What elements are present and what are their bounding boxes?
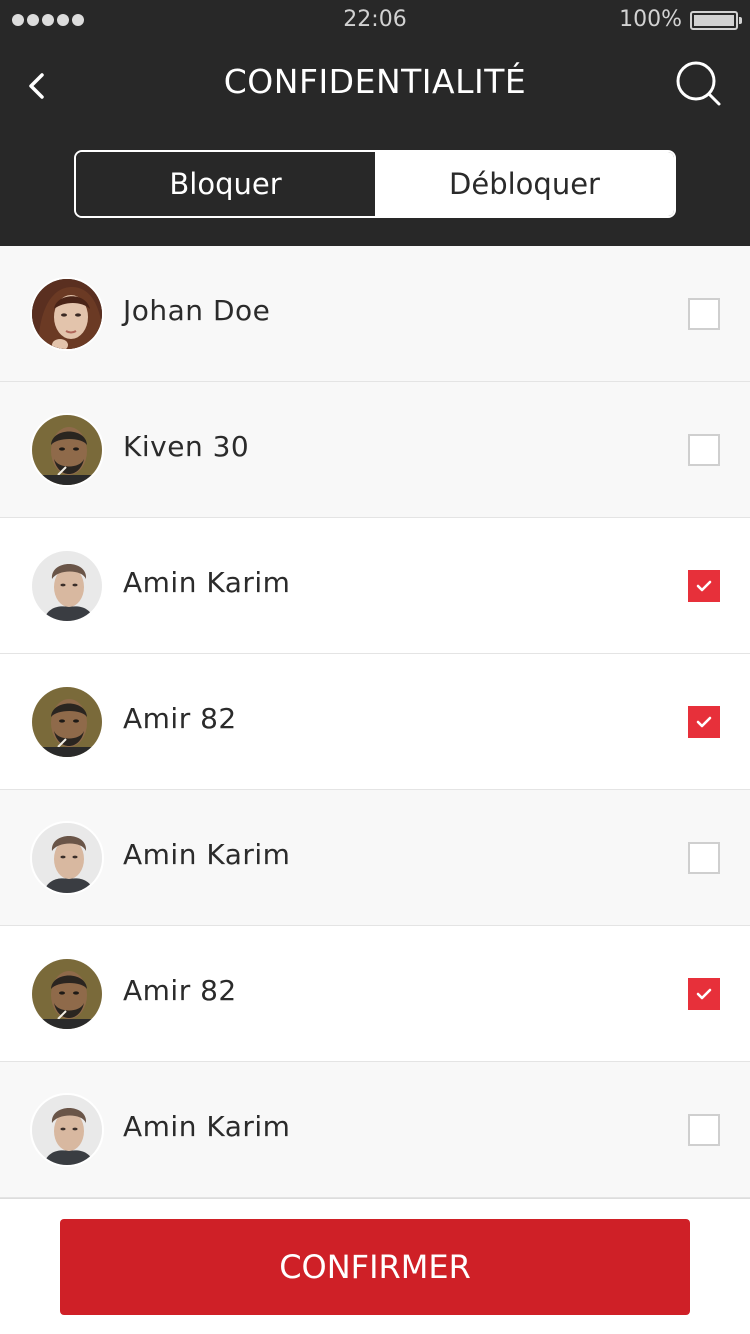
confirm-button[interactable]: CONFIRMER bbox=[60, 1219, 690, 1315]
list-item[interactable]: Amin Karim bbox=[0, 1062, 750, 1198]
contact-name: Amir 82 bbox=[123, 702, 237, 735]
list-item[interactable]: Kiven 30 bbox=[0, 382, 750, 518]
list-item[interactable]: Amin Karim bbox=[0, 790, 750, 926]
search-button[interactable] bbox=[672, 60, 724, 108]
avatar bbox=[30, 821, 104, 895]
select-checkbox[interactable] bbox=[688, 842, 720, 874]
avatar bbox=[30, 685, 104, 759]
page-title: CONFIDENTIALITÉ bbox=[223, 62, 527, 101]
contact-name: Amir 82 bbox=[123, 974, 237, 1007]
select-checkbox[interactable] bbox=[688, 570, 720, 602]
select-checkbox[interactable] bbox=[688, 1114, 720, 1146]
contact-name: Amin Karim bbox=[123, 838, 291, 871]
contact-list: Johan Doe Kiven 30 Amin Karim Amir 82 Am… bbox=[0, 246, 750, 1198]
list-item[interactable]: Amin Karim bbox=[0, 518, 750, 654]
block-segmented-control: Bloquer Débloquer bbox=[74, 150, 676, 218]
select-checkbox[interactable] bbox=[688, 706, 720, 738]
contact-name: Amin Karim bbox=[123, 566, 291, 599]
tab-debloquer[interactable]: Débloquer bbox=[375, 152, 674, 216]
select-checkbox[interactable] bbox=[688, 298, 720, 330]
checkmark-icon bbox=[696, 716, 712, 728]
avatar bbox=[30, 413, 104, 487]
contact-name: Kiven 30 bbox=[123, 430, 250, 463]
contact-name: Johan Doe bbox=[123, 294, 271, 327]
battery-icon bbox=[690, 11, 742, 30]
tab-bloquer[interactable]: Bloquer bbox=[76, 152, 375, 216]
list-item[interactable]: Amir 82 bbox=[0, 926, 750, 1062]
avatar bbox=[30, 277, 104, 351]
footer-bar: CONFIRMER bbox=[0, 1198, 750, 1334]
contact-name: Amin Karim bbox=[123, 1110, 291, 1143]
list-item[interactable]: Johan Doe bbox=[0, 246, 750, 382]
select-checkbox[interactable] bbox=[688, 978, 720, 1010]
checkmark-icon bbox=[696, 988, 712, 1000]
avatar bbox=[30, 957, 104, 1031]
search-icon bbox=[676, 61, 721, 106]
list-item[interactable]: Amir 82 bbox=[0, 654, 750, 790]
header-bar: 22:06 100% CONFIDENTIALITÉ Bloquer Déblo… bbox=[0, 0, 750, 246]
battery-percentage: 100% bbox=[619, 7, 682, 32]
avatar bbox=[30, 1093, 104, 1167]
select-checkbox[interactable] bbox=[688, 434, 720, 466]
status-bar: 22:06 100% bbox=[0, 0, 750, 40]
checkmark-icon bbox=[696, 580, 712, 592]
avatar bbox=[30, 549, 104, 623]
